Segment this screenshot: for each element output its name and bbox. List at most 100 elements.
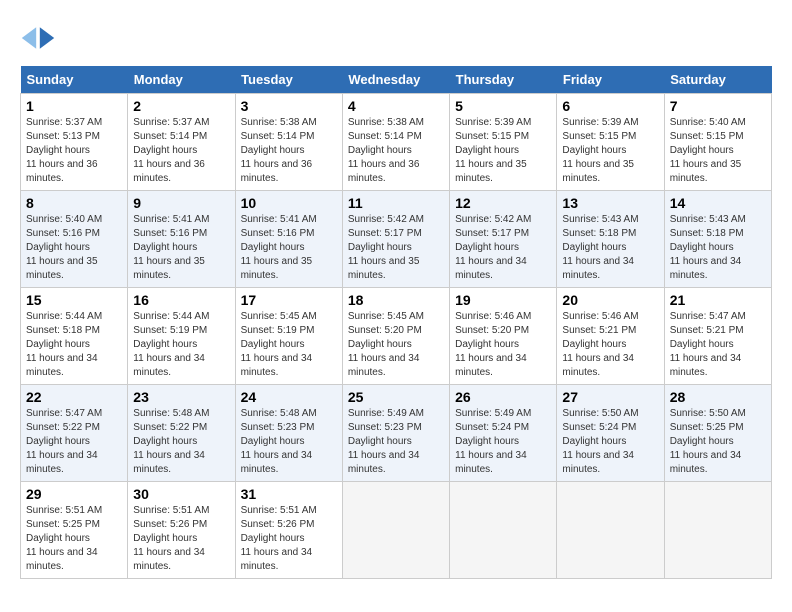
day-number: 26 (455, 389, 551, 405)
logo-icon (20, 20, 56, 56)
day-info: Sunrise: 5:45 AMSunset: 5:19 PMDaylight … (241, 311, 317, 378)
calendar-day-cell: 27 Sunrise: 5:50 AMSunset: 5:24 PMDaylig… (557, 385, 664, 482)
calendar-day-cell: 6 Sunrise: 5:39 AMSunset: 5:15 PMDayligh… (557, 94, 664, 191)
day-info: Sunrise: 5:43 AMSunset: 5:18 PMDaylight … (562, 214, 638, 281)
day-info: Sunrise: 5:51 AMSunset: 5:25 PMDaylight … (26, 505, 102, 572)
day-number: 19 (455, 292, 551, 308)
day-number: 8 (26, 195, 122, 211)
calendar-day-cell: 31 Sunrise: 5:51 AMSunset: 5:26 PMDaylig… (235, 482, 342, 579)
calendar-week-row: 22 Sunrise: 5:47 AMSunset: 5:22 PMDaylig… (21, 385, 772, 482)
day-number: 4 (348, 98, 444, 114)
day-info: Sunrise: 5:38 AMSunset: 5:14 PMDaylight … (241, 117, 317, 184)
day-number: 28 (670, 389, 766, 405)
day-info: Sunrise: 5:42 AMSunset: 5:17 PMDaylight … (455, 214, 531, 281)
calendar-day-cell: 25 Sunrise: 5:49 AMSunset: 5:23 PMDaylig… (342, 385, 449, 482)
day-info: Sunrise: 5:45 AMSunset: 5:20 PMDaylight … (348, 311, 424, 378)
day-info: Sunrise: 5:43 AMSunset: 5:18 PMDaylight … (670, 214, 746, 281)
day-info: Sunrise: 5:37 AMSunset: 5:14 PMDaylight … (133, 117, 209, 184)
day-number: 24 (241, 389, 337, 405)
calendar-week-row: 1 Sunrise: 5:37 AMSunset: 5:13 PMDayligh… (21, 94, 772, 191)
day-number: 1 (26, 98, 122, 114)
day-info: Sunrise: 5:48 AMSunset: 5:22 PMDaylight … (133, 408, 209, 475)
day-info: Sunrise: 5:40 AMSunset: 5:15 PMDaylight … (670, 117, 746, 184)
day-info: Sunrise: 5:46 AMSunset: 5:20 PMDaylight … (455, 311, 531, 378)
day-number: 12 (455, 195, 551, 211)
day-info: Sunrise: 5:41 AMSunset: 5:16 PMDaylight … (133, 214, 209, 281)
day-info: Sunrise: 5:47 AMSunset: 5:22 PMDaylight … (26, 408, 102, 475)
calendar-day-cell (557, 482, 664, 579)
day-number: 3 (241, 98, 337, 114)
calendar-day-cell: 17 Sunrise: 5:45 AMSunset: 5:19 PMDaylig… (235, 288, 342, 385)
day-info: Sunrise: 5:49 AMSunset: 5:24 PMDaylight … (455, 408, 531, 475)
day-info: Sunrise: 5:41 AMSunset: 5:16 PMDaylight … (241, 214, 317, 281)
day-number: 13 (562, 195, 658, 211)
calendar-day-cell: 12 Sunrise: 5:42 AMSunset: 5:17 PMDaylig… (450, 191, 557, 288)
day-info: Sunrise: 5:42 AMSunset: 5:17 PMDaylight … (348, 214, 424, 281)
calendar-day-cell: 28 Sunrise: 5:50 AMSunset: 5:25 PMDaylig… (664, 385, 771, 482)
calendar-day-cell: 15 Sunrise: 5:44 AMSunset: 5:18 PMDaylig… (21, 288, 128, 385)
day-info: Sunrise: 5:46 AMSunset: 5:21 PMDaylight … (562, 311, 638, 378)
weekday-header-monday: Monday (128, 66, 235, 94)
day-info: Sunrise: 5:50 AMSunset: 5:24 PMDaylight … (562, 408, 638, 475)
day-info: Sunrise: 5:51 AMSunset: 5:26 PMDaylight … (133, 505, 209, 572)
day-number: 7 (670, 98, 766, 114)
day-number: 31 (241, 486, 337, 502)
calendar-table: SundayMondayTuesdayWednesdayThursdayFrid… (20, 66, 772, 579)
calendar-week-row: 29 Sunrise: 5:51 AMSunset: 5:25 PMDaylig… (21, 482, 772, 579)
calendar-day-cell: 23 Sunrise: 5:48 AMSunset: 5:22 PMDaylig… (128, 385, 235, 482)
day-number: 30 (133, 486, 229, 502)
day-info: Sunrise: 5:47 AMSunset: 5:21 PMDaylight … (670, 311, 746, 378)
calendar-day-cell: 22 Sunrise: 5:47 AMSunset: 5:22 PMDaylig… (21, 385, 128, 482)
calendar-day-cell: 3 Sunrise: 5:38 AMSunset: 5:14 PMDayligh… (235, 94, 342, 191)
calendar-day-cell: 5 Sunrise: 5:39 AMSunset: 5:15 PMDayligh… (450, 94, 557, 191)
day-info: Sunrise: 5:50 AMSunset: 5:25 PMDaylight … (670, 408, 746, 475)
day-number: 29 (26, 486, 122, 502)
day-number: 11 (348, 195, 444, 211)
calendar-day-cell: 20 Sunrise: 5:46 AMSunset: 5:21 PMDaylig… (557, 288, 664, 385)
weekday-header-row: SundayMondayTuesdayWednesdayThursdayFrid… (21, 66, 772, 94)
day-number: 17 (241, 292, 337, 308)
day-number: 9 (133, 195, 229, 211)
day-info: Sunrise: 5:40 AMSunset: 5:16 PMDaylight … (26, 214, 102, 281)
weekday-header-saturday: Saturday (664, 66, 771, 94)
day-number: 5 (455, 98, 551, 114)
calendar-day-cell: 19 Sunrise: 5:46 AMSunset: 5:20 PMDaylig… (450, 288, 557, 385)
calendar-day-cell (450, 482, 557, 579)
calendar-day-cell: 8 Sunrise: 5:40 AMSunset: 5:16 PMDayligh… (21, 191, 128, 288)
day-number: 16 (133, 292, 229, 308)
day-info: Sunrise: 5:49 AMSunset: 5:23 PMDaylight … (348, 408, 424, 475)
weekday-header-thursday: Thursday (450, 66, 557, 94)
calendar-day-cell: 7 Sunrise: 5:40 AMSunset: 5:15 PMDayligh… (664, 94, 771, 191)
day-number: 25 (348, 389, 444, 405)
calendar-day-cell: 18 Sunrise: 5:45 AMSunset: 5:20 PMDaylig… (342, 288, 449, 385)
calendar-day-cell: 24 Sunrise: 5:48 AMSunset: 5:23 PMDaylig… (235, 385, 342, 482)
day-number: 27 (562, 389, 658, 405)
day-info: Sunrise: 5:44 AMSunset: 5:18 PMDaylight … (26, 311, 102, 378)
calendar-week-row: 15 Sunrise: 5:44 AMSunset: 5:18 PMDaylig… (21, 288, 772, 385)
calendar-day-cell: 4 Sunrise: 5:38 AMSunset: 5:14 PMDayligh… (342, 94, 449, 191)
calendar-day-cell: 21 Sunrise: 5:47 AMSunset: 5:21 PMDaylig… (664, 288, 771, 385)
header (20, 20, 772, 56)
calendar-day-cell: 10 Sunrise: 5:41 AMSunset: 5:16 PMDaylig… (235, 191, 342, 288)
day-number: 14 (670, 195, 766, 211)
calendar-day-cell (342, 482, 449, 579)
calendar-week-row: 8 Sunrise: 5:40 AMSunset: 5:16 PMDayligh… (21, 191, 772, 288)
day-number: 23 (133, 389, 229, 405)
calendar-day-cell: 9 Sunrise: 5:41 AMSunset: 5:16 PMDayligh… (128, 191, 235, 288)
day-number: 20 (562, 292, 658, 308)
logo (20, 20, 60, 56)
calendar-day-cell: 13 Sunrise: 5:43 AMSunset: 5:18 PMDaylig… (557, 191, 664, 288)
day-info: Sunrise: 5:39 AMSunset: 5:15 PMDaylight … (455, 117, 531, 184)
day-info: Sunrise: 5:39 AMSunset: 5:15 PMDaylight … (562, 117, 638, 184)
calendar-day-cell: 29 Sunrise: 5:51 AMSunset: 5:25 PMDaylig… (21, 482, 128, 579)
weekday-header-friday: Friday (557, 66, 664, 94)
day-info: Sunrise: 5:38 AMSunset: 5:14 PMDaylight … (348, 117, 424, 184)
day-number: 15 (26, 292, 122, 308)
weekday-header-wednesday: Wednesday (342, 66, 449, 94)
day-number: 22 (26, 389, 122, 405)
day-number: 21 (670, 292, 766, 308)
day-number: 18 (348, 292, 444, 308)
calendar-day-cell: 26 Sunrise: 5:49 AMSunset: 5:24 PMDaylig… (450, 385, 557, 482)
day-number: 6 (562, 98, 658, 114)
day-number: 10 (241, 195, 337, 211)
